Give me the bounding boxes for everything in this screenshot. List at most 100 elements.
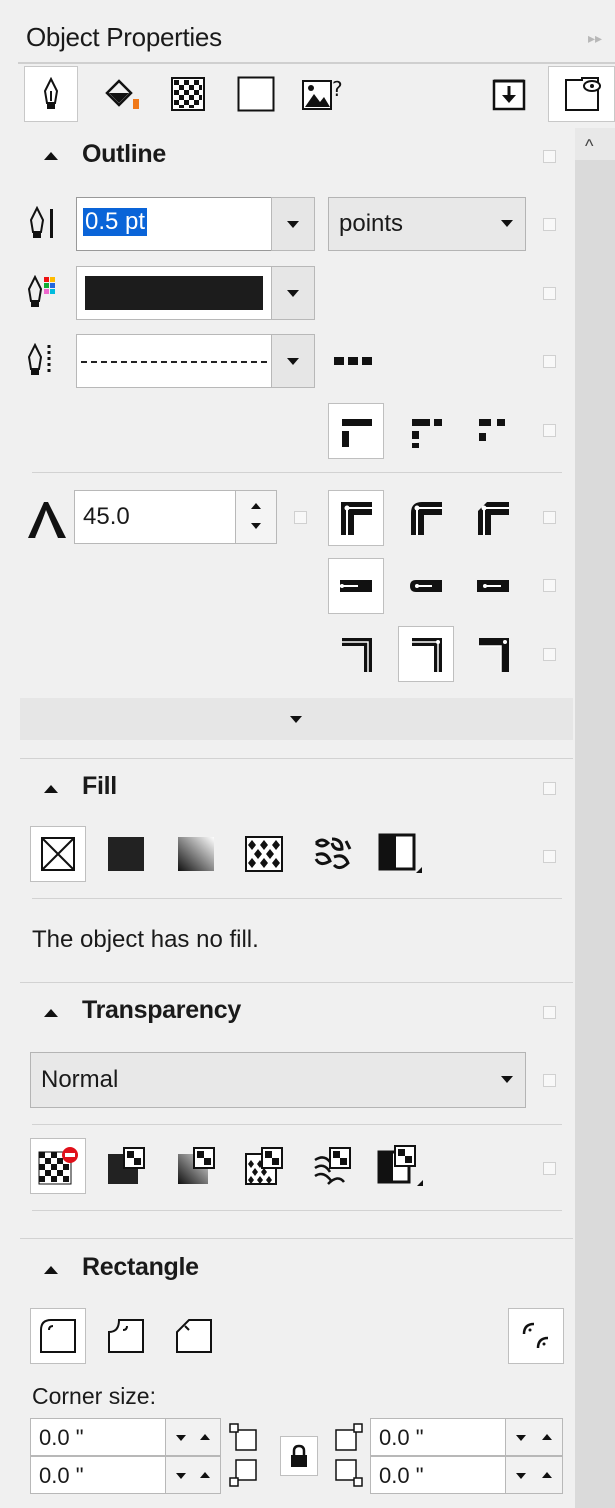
round-corner-type-button[interactable] [30, 1308, 86, 1364]
pattern-transparency-button[interactable] [236, 1138, 292, 1194]
fill-lock-checkbox[interactable] [543, 782, 556, 795]
width-lock-checkbox[interactable] [543, 218, 556, 231]
no-transparency-button[interactable] [30, 1138, 86, 1194]
outline-color-dropdown[interactable] [271, 266, 315, 320]
transparency-lock-checkbox[interactable] [543, 1006, 556, 1019]
download-icon [492, 79, 526, 111]
miter-limit-spinner[interactable] [235, 490, 277, 544]
chevron-down-icon [287, 220, 299, 228]
expand-more-icon[interactable] [290, 716, 302, 723]
no-fill-message: The object has no fill. [32, 926, 259, 953]
outline-inside-button[interactable] [465, 626, 521, 682]
fountain-fill-icon [178, 837, 214, 871]
lock-icon [291, 1444, 307, 1467]
decrement-icon[interactable] [516, 1473, 526, 1479]
collapse-transparency-icon[interactable] [44, 1009, 58, 1017]
outline-outside-button[interactable] [328, 626, 384, 682]
fountain-fill-button[interactable] [168, 826, 224, 882]
increment-icon[interactable] [200, 1434, 210, 1440]
chamfered-corner-type-button[interactable] [166, 1308, 222, 1364]
corner-bottom-left-input[interactable]: 0.0 " [30, 1456, 166, 1494]
units-value: points [339, 210, 404, 237]
collapse-rectangle-icon[interactable] [44, 1266, 58, 1274]
line-style-dropdown[interactable] [271, 334, 315, 388]
round-cap-button[interactable] [398, 558, 454, 614]
scalloped-corner-icon [108, 1319, 144, 1353]
collapse-fill-icon[interactable] [44, 785, 58, 793]
decrement-icon[interactable] [251, 523, 261, 529]
outline-inside-icon [479, 638, 509, 672]
miter-limit-input[interactable]: 45.0 [74, 490, 236, 544]
dash-corner-default-button[interactable] [328, 403, 384, 459]
tab-rectangle[interactable] [228, 66, 284, 122]
decrement-icon[interactable] [176, 1473, 186, 1479]
outline-color-picker[interactable] [76, 266, 272, 320]
more-options-icon[interactable] [334, 354, 378, 368]
round-corner-button[interactable] [398, 490, 454, 546]
scale-corners-button[interactable] [508, 1308, 564, 1364]
bevel-corner-button[interactable] [465, 490, 521, 546]
scrollbar-thumb[interactable] [575, 160, 615, 1508]
collapse-outline-icon[interactable] [44, 152, 58, 160]
tab-view[interactable] [548, 66, 615, 122]
dash-corner-fixed-button[interactable] [465, 403, 521, 459]
outline-width-input[interactable]: 0.5 pt [76, 197, 272, 251]
corner-top-right-input[interactable]: 0.0 " [370, 1418, 506, 1456]
chevron-down-icon [501, 220, 513, 227]
miter-lock-checkbox[interactable] [294, 511, 307, 524]
tab-outline[interactable] [24, 66, 78, 122]
butt-cap-button[interactable] [328, 558, 384, 614]
cap-lock-checkbox[interactable] [543, 579, 556, 592]
outline-width-dropdown[interactable] [271, 197, 315, 251]
square-cap-button[interactable] [465, 558, 521, 614]
vector-pattern-fill-button[interactable] [236, 826, 292, 882]
style-lock-checkbox[interactable] [543, 355, 556, 368]
transparency-mode-value: Normal [41, 1066, 119, 1093]
increment-icon[interactable] [542, 1472, 552, 1478]
corner-bottom-right-spinner[interactable] [505, 1456, 563, 1494]
postscript-fill-button[interactable] [372, 826, 428, 882]
uniform-transparency-button[interactable] [98, 1138, 154, 1194]
mode-lock-checkbox[interactable] [543, 1074, 556, 1087]
tab-fill[interactable] [94, 66, 150, 122]
tab-export[interactable] [481, 66, 537, 122]
corner-top-left-input[interactable]: 0.0 " [30, 1418, 166, 1456]
fill-type-lock-checkbox[interactable] [543, 850, 556, 863]
tab-transparency[interactable] [160, 66, 216, 122]
lock-corners-button[interactable] [280, 1436, 318, 1476]
collapse-panel-icon[interactable]: ▸▸ [588, 30, 602, 47]
dash-corner-aligned-button[interactable] [398, 403, 454, 459]
scroll-up-icon[interactable]: ^ [585, 136, 593, 157]
texture-transparency-button[interactable] [304, 1138, 360, 1194]
top-right-corner-icon [335, 1423, 363, 1451]
increment-icon[interactable] [542, 1434, 552, 1440]
scalloped-corner-type-button[interactable] [98, 1308, 154, 1364]
section-separator [20, 1238, 573, 1239]
transparency-type-lock-checkbox[interactable] [543, 1162, 556, 1175]
miter-corner-button[interactable] [328, 490, 384, 546]
decrement-icon[interactable] [176, 1435, 186, 1441]
line-style-picker[interactable] [76, 334, 272, 388]
pattern-transparency-icon [245, 1147, 283, 1185]
transparency-mode-select[interactable]: Normal [30, 1052, 526, 1108]
fountain-transparency-button[interactable] [168, 1138, 224, 1194]
corner-top-left-spinner[interactable] [165, 1418, 221, 1456]
color-lock-checkbox[interactable] [543, 287, 556, 300]
uniform-fill-button[interactable] [98, 826, 154, 882]
dash-corner-lock-checkbox[interactable] [543, 424, 556, 437]
position-lock-checkbox[interactable] [543, 648, 556, 661]
increment-icon[interactable] [251, 503, 261, 509]
units-select[interactable]: points [328, 197, 526, 251]
corner-top-right-spinner[interactable] [505, 1418, 563, 1456]
outline-centered-button[interactable] [398, 626, 454, 682]
corner-lock-checkbox[interactable] [543, 511, 556, 524]
decrement-icon[interactable] [516, 1435, 526, 1441]
postscript-transparency-button[interactable] [372, 1138, 428, 1194]
corner-bottom-left-spinner[interactable] [165, 1456, 221, 1494]
texture-fill-button[interactable] [304, 826, 360, 882]
no-fill-button[interactable] [30, 826, 86, 882]
outline-lock-checkbox[interactable] [543, 150, 556, 163]
tab-bitmap[interactable]: ? [296, 66, 352, 122]
corner-bottom-right-input[interactable]: 0.0 " [370, 1456, 506, 1494]
increment-icon[interactable] [200, 1472, 210, 1478]
